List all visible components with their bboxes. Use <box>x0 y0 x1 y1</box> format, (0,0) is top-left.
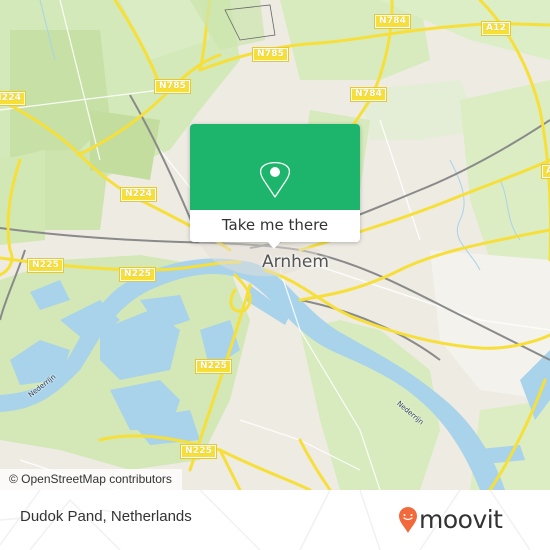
road-shield-n784: N784 <box>349 87 388 102</box>
moovit-logo[interactable]: moovit <box>398 502 503 538</box>
city-label-arnhem: Arnhem <box>262 252 329 272</box>
road-shield-n225: N225 <box>194 359 233 374</box>
popup-header <box>190 124 360 210</box>
road-shield-n224: N224 <box>119 187 158 202</box>
place-name: Dudok Pand, Netherlands <box>20 508 192 525</box>
road-shield-n785: N785 <box>251 47 290 62</box>
footer-bar: Dudok Pand, Netherlands moovit <box>0 490 550 550</box>
road-shield-a12: A12 <box>480 21 512 36</box>
road-shield-n225: N225 <box>179 444 218 459</box>
road-shield-n784: N784 <box>373 14 412 29</box>
location-pin-icon <box>259 161 291 198</box>
road-shield-n225: N225 <box>26 258 65 273</box>
map-attribution[interactable]: © OpenStreetMap contributors <box>0 469 182 490</box>
road-shield-n785: N785 <box>153 79 192 94</box>
road-shield-n224: N224 <box>0 91 27 106</box>
road-shield-n225: N225 <box>118 267 157 282</box>
moovit-wordmark: moovit <box>419 505 503 534</box>
moovit-smiley-pin-icon <box>399 507 417 533</box>
location-popup: Take me there <box>190 124 360 249</box>
map-view[interactable]: N785 N784 A12 N785 N784 N224 N224 N225 N… <box>0 0 550 490</box>
road-shield-a: A <box>540 164 550 179</box>
popup-pointer <box>267 241 281 249</box>
take-me-there-button[interactable]: Take me there <box>190 210 360 242</box>
